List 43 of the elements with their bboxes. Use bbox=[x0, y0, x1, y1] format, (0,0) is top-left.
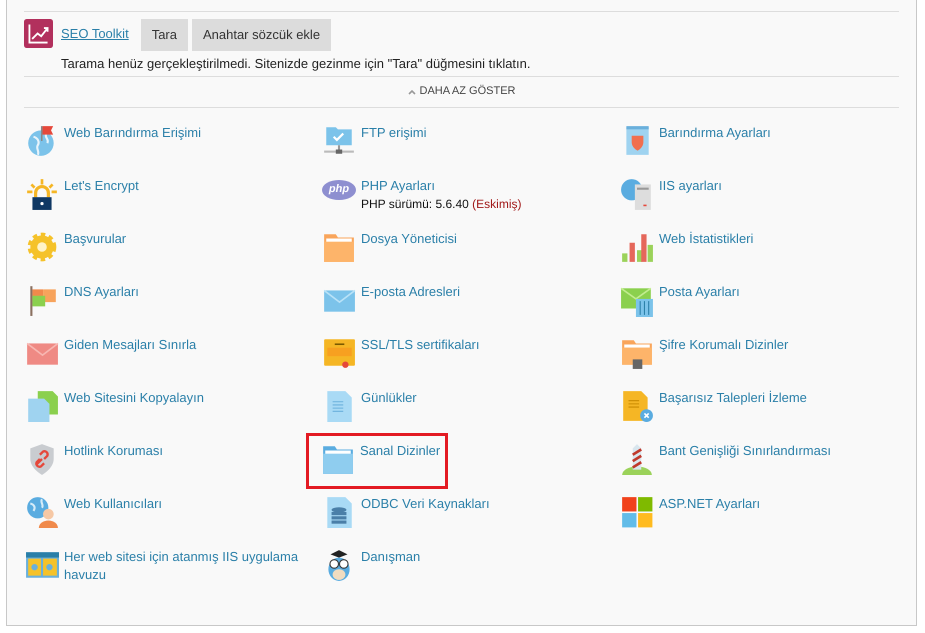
tool-link[interactable]: ODBC Veri Kaynakları bbox=[361, 494, 490, 512]
tool-link[interactable]: Web Barındırma Erişimi bbox=[64, 124, 202, 142]
tool-link[interactable]: Posta Ayarları bbox=[659, 282, 740, 300]
tool-link[interactable]: Dosya Yöneticisi bbox=[361, 230, 457, 248]
tool-link[interactable]: Let's Encrypt bbox=[64, 176, 139, 194]
tool-link[interactable]: Şifre Korumalı Dizinler bbox=[659, 336, 788, 354]
chevron-icon bbox=[408, 88, 416, 94]
tool-link[interactable]: Web Kullanıcıları bbox=[64, 494, 162, 512]
striped-pole-icon bbox=[620, 442, 654, 476]
tool-link[interactable]: Giden Mesajları Sınırla bbox=[64, 336, 196, 354]
server-globe-icon bbox=[620, 176, 654, 210]
tool-link[interactable]: Hotlink Koruması bbox=[64, 442, 163, 460]
documents-icon bbox=[25, 388, 59, 422]
seo-toolkit-link[interactable]: SEO Toolkit bbox=[61, 24, 129, 44]
tool-link[interactable]: DNS Ayarları bbox=[64, 282, 139, 300]
tiles-icon bbox=[620, 494, 654, 528]
tool-link[interactable]: Web Sitesini Kopyalayın bbox=[64, 388, 204, 406]
tool-link[interactable]: Her web sitesi için atanmış IIS uygulama havuzu bbox=[64, 548, 321, 584]
tool-link[interactable]: Başvurular bbox=[64, 230, 126, 248]
php-version-text: PHP sürümü: 5.6.40 (Eskimiş) bbox=[361, 196, 522, 212]
tool-link[interactable]: Günlükler bbox=[361, 388, 417, 406]
php-logo-icon: php bbox=[322, 180, 356, 200]
show-less-toggle[interactable]: DAHA AZ GÖSTER bbox=[24, 76, 899, 108]
tool-link[interactable]: E-posta Adresleri bbox=[361, 282, 460, 300]
tool-link[interactable]: Bant Genişliği Sınırlandırması bbox=[659, 442, 831, 460]
padlock-icon bbox=[25, 176, 59, 210]
document-error-icon bbox=[620, 388, 654, 422]
tool-link[interactable]: FTP erişimi bbox=[361, 124, 426, 142]
tool-link[interactable]: Web İstatistikleri bbox=[659, 230, 754, 248]
scan-button[interactable]: Tara bbox=[140, 19, 188, 50]
tool-link[interactable]: Başarısız Talepleri İzleme bbox=[659, 388, 807, 406]
globe-user-icon bbox=[25, 494, 59, 528]
add-keyword-button[interactable]: Anahtar sözcük ekle bbox=[192, 19, 332, 50]
tool-link[interactable]: Barındırma Ayarları bbox=[659, 124, 771, 142]
tool-link[interactable]: SSL/TLS sertifikaları bbox=[361, 336, 480, 354]
tool-link[interactable]: Sanal Dizinler bbox=[360, 442, 440, 460]
status-message: Tarama henüz gerçekleştirilmedi. Sitenizde gezinme için "Tara" düğmesini tıklatın. bbox=[61, 54, 532, 73]
tool-link[interactable]: Danışman bbox=[361, 548, 420, 566]
chart-logo-icon bbox=[24, 19, 53, 48]
tool-link[interactable]: IIS ayarları bbox=[659, 176, 722, 194]
tool-link[interactable]: ASP.NET Ayarları bbox=[659, 494, 760, 512]
gear-icon bbox=[25, 230, 59, 264]
tool-link[interactable]: PHP Ayarları bbox=[361, 176, 522, 194]
